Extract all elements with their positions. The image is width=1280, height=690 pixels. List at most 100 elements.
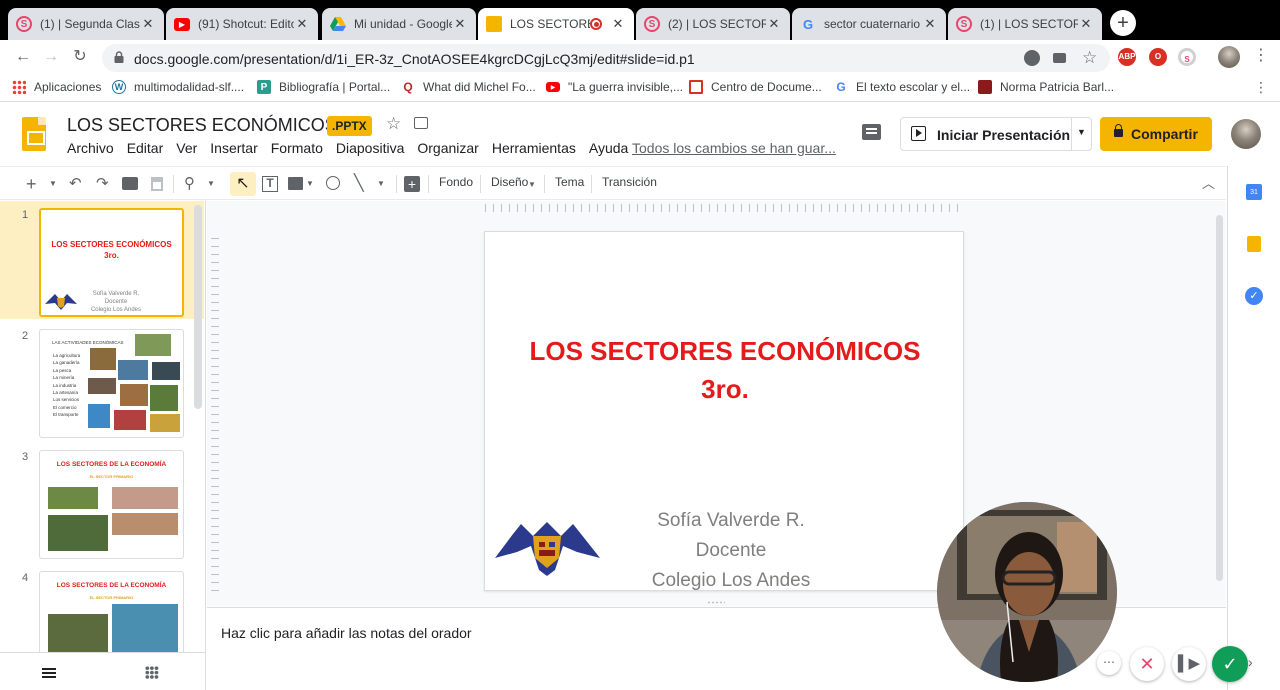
browser-tab[interactable]: Mi unidad - Google ✕ (322, 8, 476, 40)
bookmark-item[interactable]: G El texto escolar y el... (834, 80, 970, 94)
translate-icon[interactable] (1024, 50, 1040, 66)
background-button[interactable]: Fondo (439, 175, 473, 189)
opera-icon[interactable]: O (1149, 48, 1167, 66)
notes-placeholder[interactable]: Haz clic para añadir las notas del orado… (221, 625, 472, 641)
shape-icon[interactable] (326, 176, 340, 190)
tab-close-icon[interactable]: ✕ (922, 16, 938, 32)
star-icon[interactable]: ☆ (386, 114, 401, 134)
calendar-icon[interactable]: 31 (1246, 184, 1262, 200)
document-title[interactable]: LOS SECTORES ECONÓMICOS 3 (67, 115, 352, 136)
print-icon[interactable] (122, 177, 138, 190)
menu-ver[interactable]: Ver (176, 140, 197, 156)
chevron-right-icon[interactable]: › (1248, 654, 1253, 670)
slide-thumbnail[interactable]: LOS SECTORES DE LA ECONOMÍA EL SECTOR PR… (39, 571, 184, 654)
add-comment-icon[interactable]: + (404, 176, 420, 192)
menu-archivo[interactable]: Archivo (67, 140, 114, 156)
current-slide[interactable]: LOS SECTORES ECONÓMICOS 3ro. Sofía Valve… (484, 231, 964, 591)
bookmark-item[interactable]: ▶ "La guerra invisible,... (546, 80, 683, 94)
menu-editar[interactable]: Editar (127, 140, 164, 156)
transition-button[interactable]: Transición (602, 175, 657, 189)
redo-icon[interactable]: ↷ (96, 174, 109, 194)
profile-avatar[interactable] (1218, 46, 1240, 68)
cancel-recording-icon[interactable]: ✕ (1130, 647, 1164, 681)
bookmark-item[interactable]: Q What did Michel Fo... (401, 80, 535, 94)
tasks-icon[interactable]: ✓ (1245, 287, 1263, 305)
bookmark-star-icon[interactable]: ☆ (1082, 48, 1097, 68)
more-bookmarks-icon[interactable]: ⋮ (1250, 76, 1272, 98)
tab-close-icon[interactable]: ✕ (766, 16, 782, 32)
slide-thumbnail[interactable]: LOS SECTORES DE LA ECONOMÍA EL SECTOR PR… (39, 450, 184, 559)
pause-resume-icon[interactable]: ▌▶ (1172, 647, 1206, 681)
address-bar[interactable]: docs.google.com/presentation/d/1i_ER-3z_… (102, 44, 1110, 72)
move-folder-icon[interactable] (414, 117, 428, 129)
bookmark-item[interactable]: W multimodalidad-slf.... (112, 80, 244, 94)
finish-recording-icon[interactable]: ✓ (1212, 646, 1248, 682)
menu-diapositiva[interactable]: Diapositiva (336, 140, 404, 156)
menu-organizar[interactable]: Organizar (417, 140, 478, 156)
slide-thumbnail[interactable]: LAS ACTIVIDADES ECONÓMICAS La agricultur… (39, 329, 184, 438)
slide-title[interactable]: LOS SECTORES ECONÓMICOS 3ro. (485, 332, 965, 408)
list-view-icon[interactable] (42, 667, 56, 678)
share-button[interactable]: Compartir (1100, 117, 1212, 151)
layout-button[interactable]: Diseño (491, 175, 528, 189)
chevron-down-icon[interactable]: ▼ (207, 174, 215, 194)
browser-tab[interactable]: ▶ (91) Shotcut: Editor ✕ (166, 8, 318, 40)
avatar[interactable] (1231, 119, 1261, 149)
camera-icon[interactable] (1053, 53, 1066, 63)
browser-tab[interactable]: S (1) | Segunda Clase ✕ (8, 8, 164, 40)
tab-close-icon[interactable]: ✕ (610, 16, 626, 32)
filmstrip-scrollbar[interactable] (194, 205, 202, 409)
new-tab-button[interactable]: + (1110, 10, 1136, 36)
tab-close-icon[interactable]: ✕ (140, 16, 156, 32)
menu-formato[interactable]: Formato (271, 140, 323, 156)
menu-ayuda[interactable]: Ayuda (589, 140, 628, 156)
menu-herramientas[interactable]: Herramientas (492, 140, 576, 156)
bookmark-item[interactable]: Aplicaciones (12, 80, 101, 94)
zoom-icon[interactable]: ⚲ (184, 174, 195, 194)
paint-format-icon[interactable] (151, 177, 163, 191)
chevron-down-icon[interactable]: ▼ (306, 174, 314, 194)
menu-insertar[interactable]: Insertar (210, 140, 257, 156)
more-options-icon[interactable]: ⋯ (1097, 651, 1121, 675)
tab-close-icon[interactable]: ✕ (294, 16, 310, 32)
line-icon[interactable]: ╲ (354, 174, 364, 194)
browser-tab[interactable]: S (2) | LOS SECTORES ✕ (636, 8, 790, 40)
new-slide-icon[interactable]: + (26, 174, 37, 194)
chevron-down-icon[interactable]: ▼ (49, 174, 57, 194)
notes-resize-handle[interactable] (707, 601, 725, 604)
forward-icon[interactable]: → (40, 46, 62, 68)
adblock-icon[interactable]: ABP (1118, 48, 1136, 66)
text-box-icon[interactable]: T (262, 176, 278, 192)
tab-close-icon[interactable]: ✕ (1078, 16, 1094, 32)
browser-tab[interactable]: G sector cuaternario ✕ (792, 8, 946, 40)
chevron-down-icon[interactable]: ▼ (528, 175, 536, 195)
image-icon[interactable] (288, 177, 303, 190)
slide-thumbnail[interactable]: LOS SECTORES ECONÓMICOS 3ro. Sofía Valve… (39, 208, 184, 317)
filmstrip-slide-2[interactable]: 2 LAS ACTIVIDADES ECONÓMICAS La agricult… (0, 322, 204, 440)
present-button[interactable]: Iniciar Presentación ▼ (900, 117, 1092, 151)
grid-view-icon[interactable] (145, 666, 159, 679)
bookmark-item[interactable]: Centro de Docume... (689, 80, 822, 94)
comments-icon[interactable] (862, 124, 881, 140)
browser-menu-icon[interactable]: ⋮ (1250, 45, 1272, 67)
save-status-link[interactable]: Todos los cambios se han guar... (632, 140, 836, 156)
theme-button[interactable]: Tema (555, 175, 584, 189)
browser-tab-active[interactable]: LOS SECTORES ✕ (478, 8, 634, 40)
onda-icon[interactable]: S (1178, 48, 1196, 66)
filmstrip-slide-3[interactable]: 3 LOS SECTORES DE LA ECONOMÍA EL SECTOR … (0, 443, 204, 561)
select-cursor-icon[interactable]: ↖ (230, 172, 256, 196)
chevron-down-icon[interactable]: ▼ (377, 174, 385, 194)
bookmark-item[interactable]: Norma Patricia Barl... (978, 80, 1114, 94)
canvas-scrollbar[interactable] (1216, 215, 1223, 581)
reload-icon[interactable]: ↻ (69, 46, 91, 68)
chevron-down-icon[interactable]: ▼ (1077, 127, 1086, 137)
keep-icon[interactable] (1247, 236, 1261, 252)
browser-tab[interactable]: S (1) | LOS SECTORES ✕ (948, 8, 1102, 40)
collapse-toolbar-icon[interactable]: ︿ (1202, 174, 1215, 194)
bookmark-item[interactable]: P Bibliografía | Portal... (257, 80, 390, 94)
undo-icon[interactable]: ↶ (69, 174, 82, 194)
slide-author-block[interactable]: Sofía Valverde R. Docente Colegio Los An… (615, 506, 847, 596)
back-icon[interactable]: ← (12, 46, 34, 68)
filmstrip-slide-1[interactable]: 1 LOS SECTORES ECONÓMICOS 3ro. Sofía Val… (0, 201, 204, 319)
slides-logo-icon[interactable] (22, 117, 46, 151)
